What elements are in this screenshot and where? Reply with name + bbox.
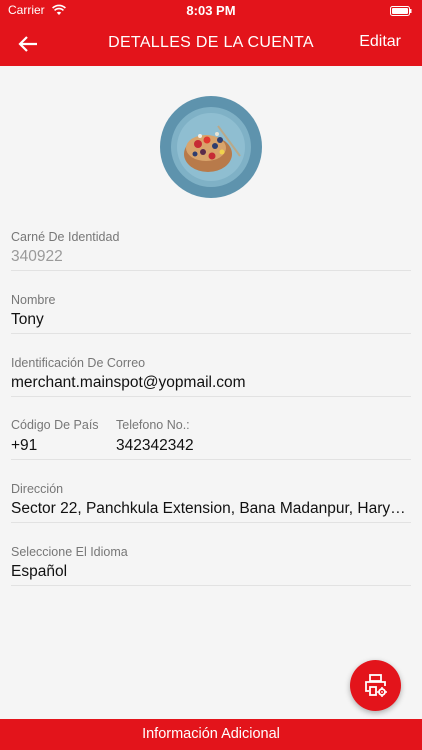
id-card-value: 340922 (11, 248, 63, 265)
name-label: Nombre (11, 293, 56, 307)
status-time: 8:03 PM (186, 3, 236, 18)
edit-button[interactable]: Editar (359, 33, 401, 51)
status-bar: Carrier 8:03 PM (0, 0, 422, 22)
phone-field[interactable]: Telefono No.: 342342342 (116, 415, 406, 459)
email-value: merchant.mainspot@yopmail.com (11, 374, 246, 391)
language-value: Español (11, 563, 68, 580)
address-value: Sector 22, Panchkula Extension, Bana Mad… (11, 500, 411, 517)
email-field[interactable]: Identificación De Correo merchant.mainsp… (11, 352, 411, 397)
address-field[interactable]: Dirección Sector 22, Panchkula Extension… (11, 478, 411, 523)
country-code-label: Código De País (11, 418, 99, 432)
printer-settings-button[interactable] (350, 660, 401, 711)
country-code-value: +91 (11, 437, 38, 454)
language-field[interactable]: Seleccione El Idioma Español (11, 541, 411, 586)
phone-label: Telefono No.: (116, 418, 190, 432)
phone-row: Código De País +91 Telefono No.: 3423423… (11, 415, 411, 460)
country-code-field[interactable]: Código De País +91 (11, 415, 111, 459)
name-field[interactable]: Nombre Tony (11, 289, 411, 334)
name-value: Tony (11, 311, 44, 328)
id-card-label: Carné De Identidad (11, 230, 120, 244)
avatar[interactable] (160, 96, 262, 198)
address-label: Dirección (11, 482, 64, 496)
battery-icon (390, 6, 412, 16)
printer-settings-icon (365, 674, 387, 697)
phone-value: 342342342 (116, 437, 194, 454)
email-label: Identificación De Correo (11, 356, 146, 370)
profile-photo (160, 96, 262, 198)
id-card-field: Carné De Identidad 340922 (11, 226, 411, 271)
header: Carrier 8:03 PM DETALLES DE LA CUENTA Ed… (0, 0, 422, 66)
additional-info-button[interactable]: Información Adicional (0, 719, 422, 750)
nav-bar: DETALLES DE LA CUENTA Editar (0, 22, 422, 66)
language-label: Seleccione El Idioma (11, 545, 128, 559)
